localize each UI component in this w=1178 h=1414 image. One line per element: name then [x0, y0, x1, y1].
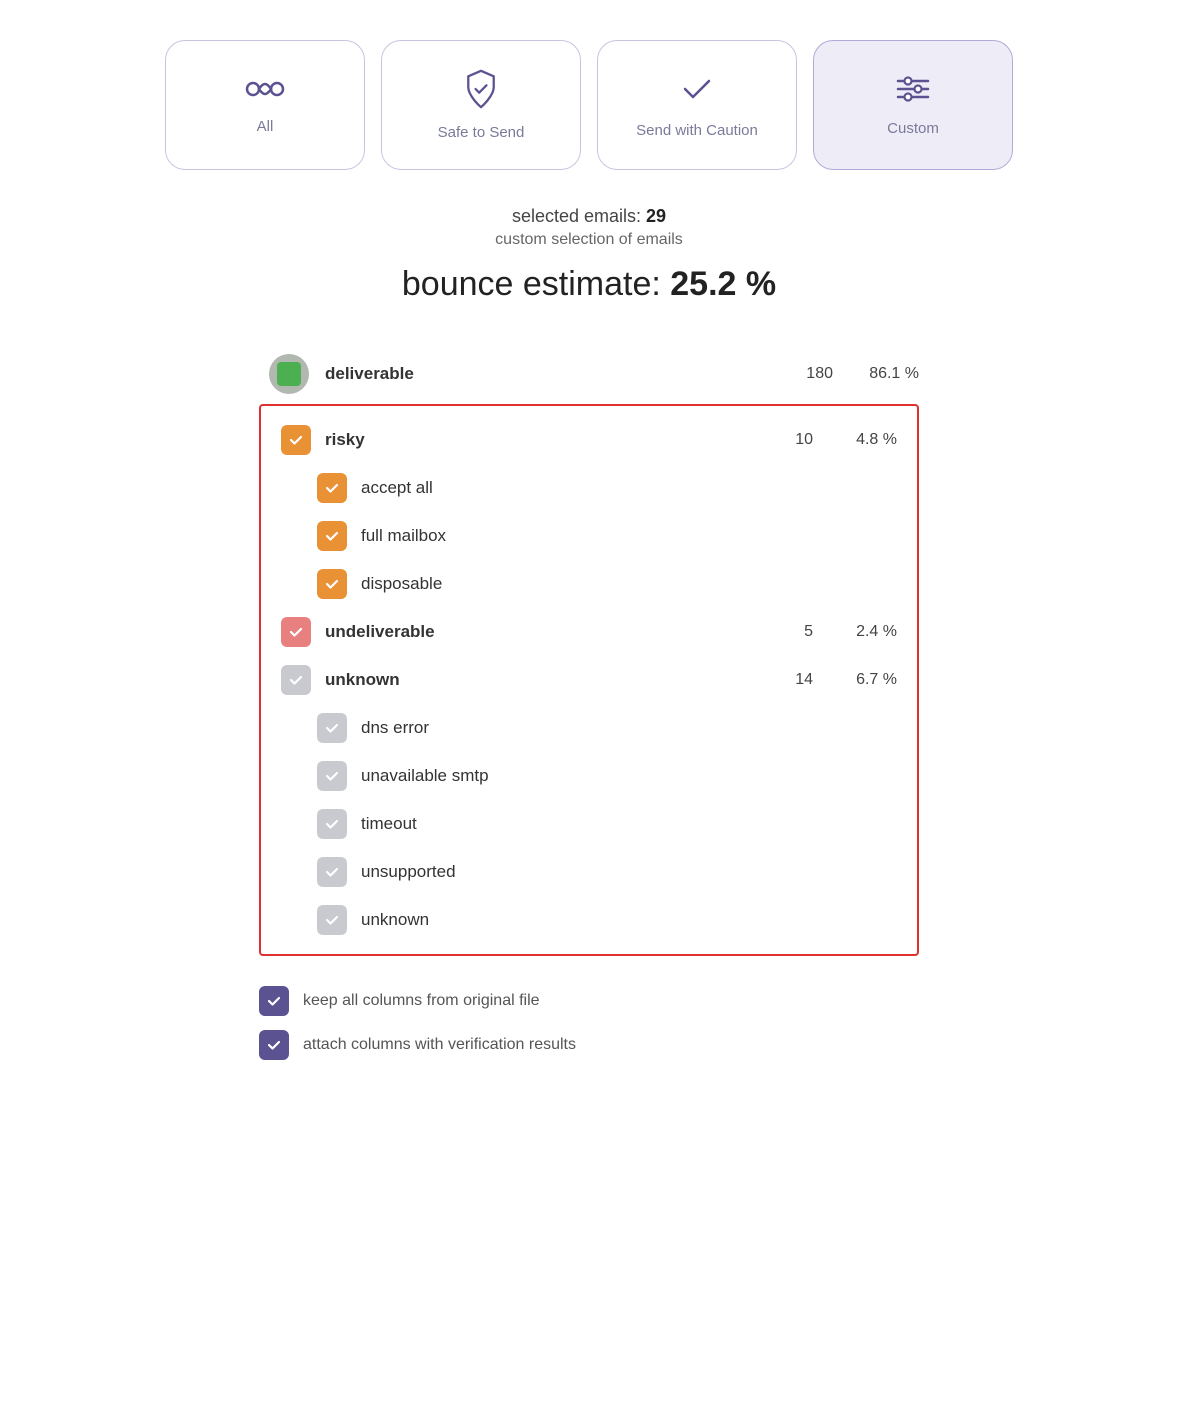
label-unknown-sub: unknown	[361, 910, 897, 930]
row-disposable[interactable]: disposable	[281, 560, 897, 608]
label-timeout: timeout	[361, 814, 897, 834]
row-undeliverable[interactable]: undeliverable 5 2.4 %	[281, 608, 897, 656]
filter-safe-to-send[interactable]: Safe to Send	[381, 40, 581, 170]
filter-custom-label: Custom	[887, 120, 939, 137]
filter-all-label: All	[257, 118, 274, 135]
checkbox-unavailable-smtp[interactable]	[317, 761, 347, 791]
selected-emails-value: 29	[646, 206, 666, 226]
sliders-icon	[894, 73, 932, 110]
filter-row: All Safe to Send Send with Caution	[165, 40, 1013, 170]
checkbox-attach-columns[interactable]	[259, 1030, 289, 1060]
checkbox-unsupported[interactable]	[317, 857, 347, 887]
filter-caution-label: Send with Caution	[636, 122, 758, 139]
percent-risky: 4.8 %	[827, 431, 897, 449]
label-unavailable-smtp: unavailable smtp	[361, 766, 897, 786]
filter-safe-label: Safe to Send	[438, 124, 525, 141]
row-unknown-sub[interactable]: unknown	[281, 896, 897, 944]
count-undeliverable: 5	[763, 623, 813, 641]
row-risky[interactable]: risky 10 4.8 %	[281, 416, 897, 464]
custom-selection-text: custom selection of emails	[402, 231, 776, 249]
percent-unknown: 6.7 %	[827, 671, 897, 689]
checkbox-keep-columns[interactable]	[259, 986, 289, 1016]
infinity-icon	[245, 75, 285, 108]
count-risky: 10	[763, 431, 813, 449]
selected-emails-label: selected emails:	[512, 206, 641, 226]
custom-selection-box: risky 10 4.8 % accept all full mailbox dispos…	[259, 404, 919, 956]
filter-all[interactable]: All	[165, 40, 365, 170]
row-unknown[interactable]: unknown 14 6.7 %	[281, 656, 897, 704]
label-unsupported: unsupported	[361, 862, 897, 882]
bottom-options: keep all columns from original file attac…	[259, 986, 919, 1060]
label-risky: risky	[325, 430, 749, 450]
checkbox-unknown-sub[interactable]	[317, 905, 347, 935]
deliverable-row: deliverable 180 86.1 %	[259, 344, 919, 404]
shield-check-icon	[463, 69, 499, 114]
checkbox-timeout[interactable]	[317, 809, 347, 839]
label-undeliverable: undeliverable	[325, 622, 749, 642]
bounce-estimate-label: bounce estimate:	[402, 265, 661, 303]
checkbox-accept-all[interactable]	[317, 473, 347, 503]
option-label-keep-columns: keep all columns from original file	[303, 992, 540, 1010]
filter-send-with-caution[interactable]: Send with Caution	[597, 40, 797, 170]
label-full-mailbox: full mailbox	[361, 526, 897, 546]
percent-undeliverable: 2.4 %	[827, 623, 897, 641]
label-dns-error: dns error	[361, 718, 897, 738]
checkbox-full-mailbox[interactable]	[317, 521, 347, 551]
label-disposable: disposable	[361, 574, 897, 594]
count-unknown: 14	[763, 671, 813, 689]
selected-emails-line: selected emails: 29	[402, 206, 776, 227]
label-accept-all: accept all	[361, 478, 897, 498]
checkbox-unknown[interactable]	[281, 665, 311, 695]
checkbox-undeliverable[interactable]	[281, 617, 311, 647]
filter-custom[interactable]: Custom	[813, 40, 1013, 170]
bounce-estimate: bounce estimate: 25.2 %	[402, 265, 776, 304]
stats-section: selected emails: 29 custom selection of …	[402, 206, 776, 334]
bounce-estimate-value: 25.2 %	[670, 265, 776, 303]
row-timeout[interactable]: timeout	[281, 800, 897, 848]
row-dns-error[interactable]: dns error	[281, 704, 897, 752]
checkbox-dns-error[interactable]	[317, 713, 347, 743]
checkbox-risky[interactable]	[281, 425, 311, 455]
row-accept-all[interactable]: accept all	[281, 464, 897, 512]
option-row-keep-columns[interactable]: keep all columns from original file	[259, 986, 919, 1016]
deliverable-percent: 86.1 %	[849, 365, 919, 383]
green-square	[277, 362, 301, 386]
row-unsupported[interactable]: unsupported	[281, 848, 897, 896]
option-row-attach-columns[interactable]: attach columns with verification results	[259, 1030, 919, 1060]
check-icon	[679, 71, 715, 112]
label-unknown: unknown	[325, 670, 749, 690]
deliverable-count: 180	[783, 365, 833, 383]
row-unavailable-smtp[interactable]: unavailable smtp	[281, 752, 897, 800]
deliverable-indicator	[269, 354, 309, 394]
email-category-list: deliverable 180 86.1 % risky 10 4.8 % accep…	[259, 344, 919, 976]
row-full-mailbox[interactable]: full mailbox	[281, 512, 897, 560]
deliverable-label: deliverable	[325, 364, 767, 384]
option-label-attach-columns: attach columns with verification results	[303, 1036, 576, 1054]
checkbox-disposable[interactable]	[317, 569, 347, 599]
